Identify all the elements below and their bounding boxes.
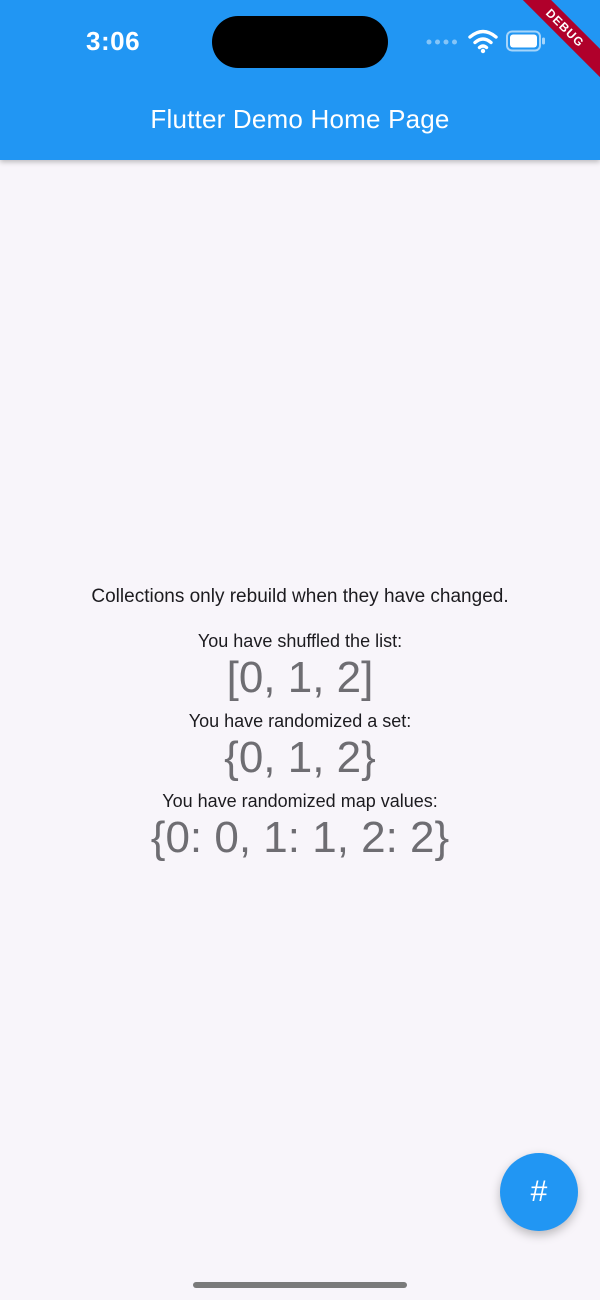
battery-icon <box>506 30 545 52</box>
wifi-icon <box>468 29 498 54</box>
list-label: You have shuffled the list: <box>197 631 403 651</box>
map-value: {0: 0, 1: 1, 2: 2} <box>150 813 450 862</box>
status-time: 3:06 <box>86 26 141 56</box>
map-label: You have randomized map values: <box>162 791 438 811</box>
list-value: [0, 1, 2] <box>226 653 374 702</box>
page-title: Flutter Demo Home Page <box>150 104 450 134</box>
main-content: Collections only rebuild when they have … <box>0 580 600 868</box>
dynamic-island <box>212 16 388 68</box>
home-indicator[interactable] <box>193 1282 407 1288</box>
intro-text: Collections only rebuild when they have … <box>91 586 509 607</box>
hash-icon: # <box>530 1175 548 1208</box>
signal-dots-icon <box>426 39 457 45</box>
shuffle-fab-button[interactable]: # <box>500 1153 578 1231</box>
app-bar: 3:06 Flutter Demo Home Page <box>0 0 600 160</box>
set-value: {0, 1, 2} <box>224 733 376 782</box>
status-icons <box>426 28 550 56</box>
set-label: You have randomized a set: <box>188 711 412 731</box>
